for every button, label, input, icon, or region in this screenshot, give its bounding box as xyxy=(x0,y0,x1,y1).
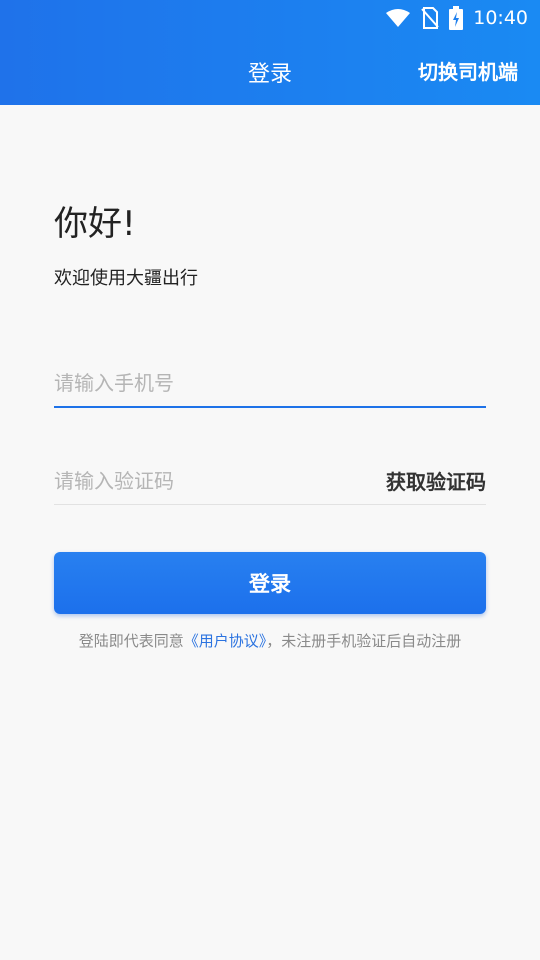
greeting-title: 你好! xyxy=(54,204,136,244)
welcome-subtitle: 欢迎使用大疆出行 xyxy=(54,268,198,289)
agreement-suffix: ，未注册手机验证后自动注册 xyxy=(266,632,462,650)
code-field: 获取验证码 xyxy=(54,457,486,505)
phone-field xyxy=(54,360,486,408)
wifi-icon xyxy=(385,8,411,28)
header-bar: 10:40 登录 切换司机端 xyxy=(0,0,540,105)
battery-charging-icon xyxy=(449,6,464,30)
clock-time: 10:40 xyxy=(473,7,528,29)
verification-code-input[interactable] xyxy=(54,468,386,493)
agreement-text: 登陆即代表同意《用户协议》，未注册手机验证后自动注册 xyxy=(0,630,540,651)
phone-input[interactable] xyxy=(54,371,486,395)
status-bar: 10:40 xyxy=(385,4,528,32)
no-sim-icon xyxy=(421,7,439,29)
switch-to-driver-button[interactable]: 切换司机端 xyxy=(418,56,518,85)
user-agreement-link[interactable]: 《用户协议》 xyxy=(184,632,267,650)
login-button[interactable]: 登录 xyxy=(54,552,486,614)
agreement-prefix: 登陆即代表同意 xyxy=(78,632,184,650)
get-code-button[interactable]: 获取验证码 xyxy=(386,466,486,495)
